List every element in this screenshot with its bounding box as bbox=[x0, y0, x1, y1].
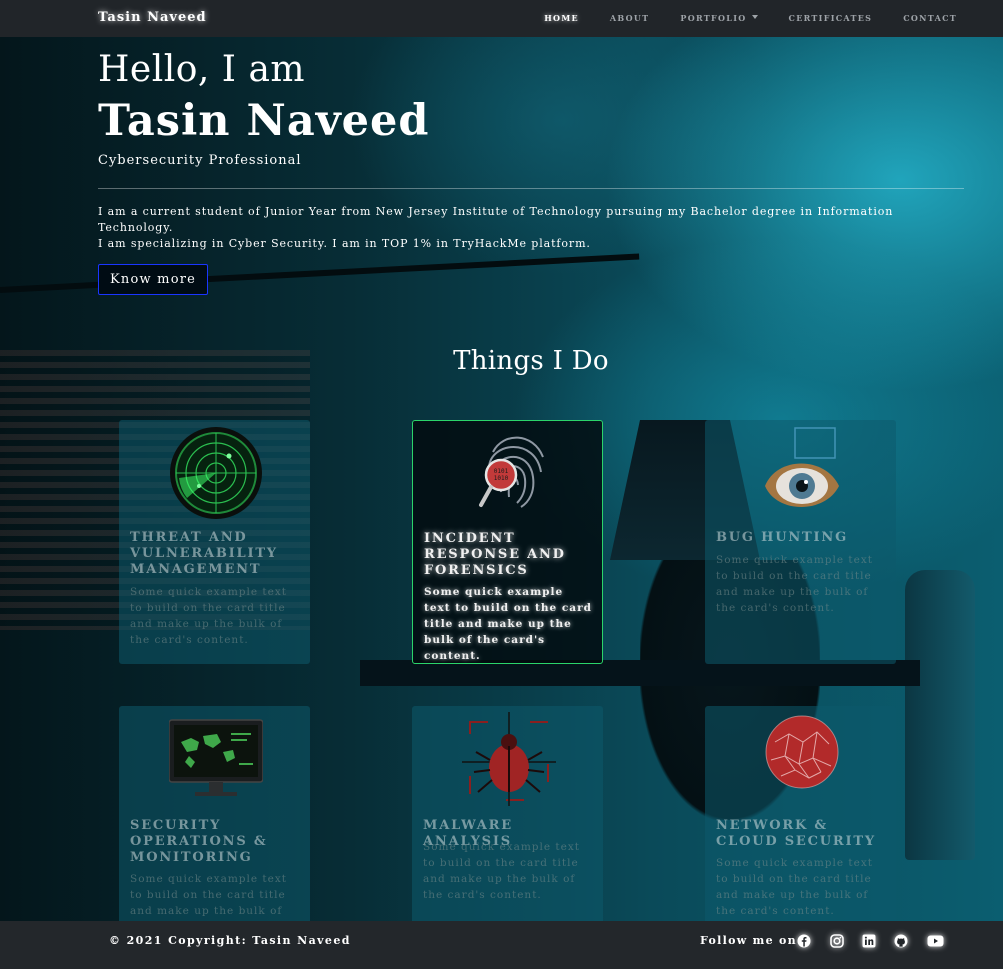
caret-down-icon bbox=[751, 15, 758, 19]
fingerprint-icon: 0101 1010 bbox=[479, 436, 544, 508]
github-icon[interactable] bbox=[894, 934, 908, 948]
follow-label: Follow me on: bbox=[700, 934, 803, 947]
network-globe-icon bbox=[765, 715, 839, 789]
service-card[interactable]: 0101 1010 INCIDENT RESPONSE AND FORENSIC… bbox=[412, 420, 603, 664]
card-title: BUG HUNTING bbox=[716, 530, 848, 545]
know-more-button[interactable]: Know more bbox=[98, 264, 209, 295]
card-text: Some quick example text to build on the … bbox=[716, 554, 874, 614]
monitor-map-icon bbox=[169, 719, 263, 796]
bug-icon bbox=[462, 712, 556, 806]
instagram-icon[interactable] bbox=[830, 934, 844, 948]
svg-text:0101: 0101 bbox=[494, 468, 509, 475]
bio-line: I am specializing in Cyber Security. I a… bbox=[98, 237, 591, 250]
card-text: Some quick example text to build on the … bbox=[716, 857, 874, 917]
service-card[interactable]: BUG HUNTING Some quick example text to b… bbox=[705, 420, 896, 664]
card-title: SECURITY OPERATIONS & MONITORING bbox=[130, 818, 268, 865]
nav-about[interactable]: ABOUT bbox=[610, 13, 650, 23]
navbar: Tasin Naveed HOME ABOUT PORTFOLIO CERTIF… bbox=[0, 0, 1003, 37]
card-text: Some quick example text to build on the … bbox=[424, 586, 592, 662]
card-title: NETWORK & CLOUD SECURITY bbox=[716, 818, 876, 849]
nav-contact[interactable]: CONTACT bbox=[903, 13, 957, 23]
service-card[interactable]: THREAT AND VULNERABILITY MANAGEMENT Some… bbox=[119, 420, 310, 664]
nav-links: HOME ABOUT PORTFOLIO CERTIFICATES CONTAC… bbox=[513, 13, 957, 23]
eye-icon bbox=[765, 427, 839, 507]
hero-bio: I am a current student of Junior Year fr… bbox=[98, 204, 964, 252]
background-chair bbox=[905, 570, 975, 860]
youtube-icon[interactable] bbox=[927, 934, 944, 948]
nav-home[interactable]: HOME bbox=[544, 13, 579, 23]
hero-greeting: Hello, I am bbox=[98, 49, 306, 90]
linkedin-icon[interactable] bbox=[862, 934, 876, 948]
card-title: THREAT AND VULNERABILITY MANAGEMENT bbox=[130, 530, 278, 577]
svg-text:1010: 1010 bbox=[494, 475, 509, 482]
nav-portfolio-label: PORTFOLIO bbox=[680, 13, 747, 23]
brand-logo[interactable]: Tasin Naveed bbox=[98, 10, 207, 25]
hero-section: Hello, I am Tasin Naveed Cybersecurity P… bbox=[98, 50, 964, 295]
nav-portfolio-dropdown[interactable]: PORTFOLIO bbox=[680, 13, 758, 23]
divider bbox=[98, 188, 964, 189]
copyright-text: © 2021 Copyright: Tasin Naveed bbox=[109, 934, 351, 947]
card-title: INCIDENT RESPONSE AND FORENSICS bbox=[424, 531, 566, 578]
facebook-icon[interactable] bbox=[797, 934, 811, 948]
service-card[interactable]: SECURITY OPERATIONS & MONITORING Some qu… bbox=[119, 706, 310, 950]
hero-subtitle: Cybersecurity Professional bbox=[98, 153, 302, 168]
service-card[interactable]: NETWORK & CLOUD SECURITY Some quick exam… bbox=[705, 706, 896, 950]
nav-certificates[interactable]: CERTIFICATES bbox=[789, 13, 873, 23]
hero-name: Tasin Naveed bbox=[98, 96, 430, 146]
card-text: Some quick example text to build on the … bbox=[423, 841, 581, 901]
service-card[interactable]: MALWARE ANALYSIS Some quick example text… bbox=[412, 706, 603, 950]
footer: © 2021 Copyright: Tasin Naveed Follow me… bbox=[0, 921, 1003, 969]
radar-icon bbox=[170, 427, 262, 519]
section-title: Things I Do bbox=[453, 346, 609, 376]
bio-line: I am a current student of Junior Year fr… bbox=[98, 205, 894, 234]
card-text: Some quick example text to build on the … bbox=[130, 586, 288, 646]
